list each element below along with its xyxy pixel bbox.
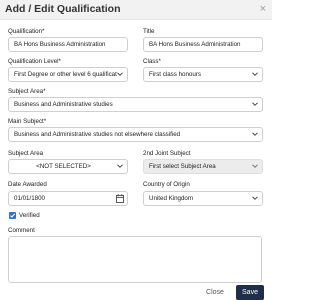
chevron-down-icon [252,163,258,169]
country-of-origin-select[interactable]: United Kingdom [143,191,263,206]
close-button[interactable]: Close [200,286,230,300]
main-subject-label: Main Subject* [8,118,47,125]
title-label: Title [143,28,155,35]
subject-area-select[interactable]: <NOT SELECTED> [8,159,128,174]
chevron-down-icon [252,71,258,77]
dialog-header: Add / Edit Qualification × [0,0,272,20]
second-joint-subject-value: First select Subject Area [149,163,216,170]
qualification-input[interactable]: BA Hons Business Administration [8,37,128,52]
chevron-down-icon [252,101,258,107]
verified-label: Verified [19,212,40,219]
dialog-title: Add / Edit Qualification [5,3,121,15]
comment-label: Comment [8,227,35,234]
close-icon[interactable]: × [260,3,266,15]
qualification-label: Qualification* [8,28,45,35]
country-of-origin-value: United Kingdom [149,195,194,202]
subject-area-value: <NOT SELECTED> [36,163,91,170]
qualification-level-label: Qualification Level* [8,58,61,65]
country-of-origin-label: Country of Origin [143,181,190,188]
subject-area-main-select[interactable]: Business and Administrative studies [8,97,263,112]
main-subject-value: Business and Administrative studies not … [14,131,181,138]
comment-textarea[interactable] [8,236,262,283]
second-joint-subject-select[interactable]: First select Subject Area [143,159,263,174]
chevron-down-icon [117,71,123,77]
chevron-down-icon [117,163,123,169]
qualification-level-select[interactable]: First Degree or other level 6 qualificat [8,67,128,82]
class-select[interactable]: First class honours [143,67,263,82]
verified-checkbox[interactable] [9,212,16,219]
date-awarded-label: Date Awarded [8,181,47,188]
chevron-down-icon [252,195,258,201]
title-input[interactable]: BA Hons Business Administration [143,37,263,52]
save-button[interactable]: Save [236,285,264,300]
calendar-icon[interactable] [116,194,124,203]
date-awarded-value: 01/01/1800 [14,195,45,202]
class-value: First class honours [149,71,201,78]
subject-area-label: Subject Area [8,150,44,157]
second-joint-subject-label: 2nd Joint Subject [143,150,191,157]
date-awarded-input[interactable]: 01/01/1800 [8,191,128,206]
main-subject-select[interactable]: Business and Administrative studies not … [8,127,263,142]
chevron-down-icon [252,131,258,137]
subject-area-main-label: Subject Area* [8,88,46,95]
subject-area-main-value: Business and Administrative studies [14,101,113,108]
qualification-level-value: First Degree or other level 6 qualificat [14,71,117,78]
class-label: Class* [143,58,161,65]
